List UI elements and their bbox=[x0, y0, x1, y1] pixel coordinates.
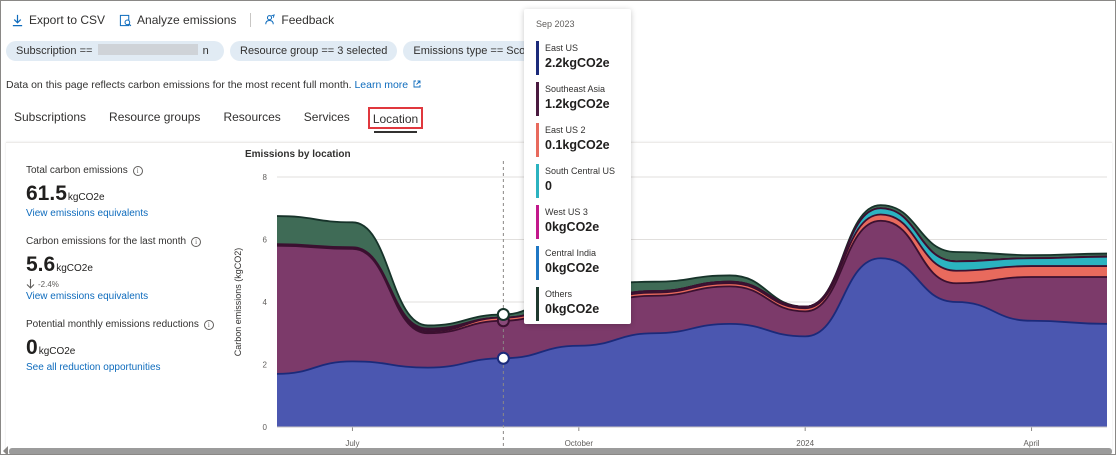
toolbar-divider bbox=[250, 13, 252, 27]
tooltip-item: Southeast Asia 1.2kgCO2e bbox=[536, 82, 628, 116]
tab-services[interactable]: Services bbox=[304, 107, 350, 129]
tooltip-item: Central India 0kgCO2e bbox=[536, 246, 628, 280]
analyze-emissions-button[interactable]: Analyze emissions bbox=[119, 13, 236, 27]
export-csv-button[interactable]: Export to CSV bbox=[11, 13, 105, 27]
summary-stats: Total carbon emissions i 61.5kgCO2e View … bbox=[26, 165, 226, 373]
month-delta: -2.4% bbox=[26, 279, 226, 289]
tab-subscriptions[interactable]: Subscriptions bbox=[14, 107, 86, 129]
tooltip-date: Sep 2023 bbox=[536, 19, 575, 29]
export-csv-label: Export to CSV bbox=[29, 13, 106, 27]
tooltip-item: Others 0kgCO2e bbox=[536, 287, 628, 321]
hover-point bbox=[496, 308, 510, 321]
redacted-subscription bbox=[97, 44, 198, 55]
feedback-label: Feedback bbox=[281, 13, 335, 27]
view-tabs: Subscriptions Resource groups Resources … bbox=[14, 107, 446, 133]
y-tick-label: 0 bbox=[263, 423, 268, 432]
external-link-icon bbox=[413, 80, 421, 88]
horizontal-scrollbar[interactable] bbox=[9, 448, 1112, 454]
tooltip-series-value: 0kgCO2e bbox=[545, 220, 600, 234]
tooltip-series-name: South Central US bbox=[545, 166, 616, 176]
reductions-label: Potential monthly emissions reductions i bbox=[26, 319, 226, 330]
tab-resources[interactable]: Resources bbox=[223, 107, 280, 129]
tooltip-series-value: 2.2kgCO2e bbox=[545, 56, 610, 70]
info-icon[interactable]: i bbox=[191, 236, 202, 247]
scroll-left-arrow[interactable] bbox=[3, 446, 8, 454]
download-icon bbox=[12, 14, 23, 26]
tooltip-item: East US 2 0.1kgCO2e bbox=[536, 123, 628, 157]
tooltip-series-name: West US 3 bbox=[545, 207, 588, 217]
tooltip-series-value: 1.2kgCO2e bbox=[545, 97, 610, 111]
tooltip-series-name: East US bbox=[545, 43, 579, 53]
last-month-label: Carbon emissions for the last month i bbox=[26, 236, 226, 247]
arrow-down-icon bbox=[26, 279, 35, 289]
resource-group-filter-pill[interactable]: Resource group == 3 selected bbox=[230, 41, 398, 61]
view-equivalents-link-2[interactable]: View emissions equivalents bbox=[26, 291, 226, 302]
y-tick-label: 4 bbox=[263, 298, 268, 307]
tooltip-series-value: 0kgCO2e bbox=[545, 302, 600, 316]
learn-more-link[interactable]: Learn more bbox=[354, 79, 421, 91]
feedback-button[interactable]: Feedback bbox=[263, 13, 334, 27]
y-tick-label: 2 bbox=[263, 361, 268, 370]
feedback-icon bbox=[265, 13, 276, 24]
info-icon[interactable]: i bbox=[203, 319, 214, 330]
analyze-icon bbox=[119, 14, 132, 26]
chart-tooltip: Sep 2023 East US 2.2kgCO2e Southeast Asia 1… bbox=[524, 9, 631, 324]
analyze-emissions-label: Analyze emissions bbox=[137, 13, 237, 27]
y-axis-label: Carbon emissions (kgCO2) bbox=[233, 248, 243, 357]
x-tick-label: July bbox=[345, 439, 359, 448]
y-tick-label: 8 bbox=[263, 173, 268, 182]
tooltip-series-value: 0kgCO2e bbox=[545, 261, 600, 275]
reduction-opportunities-link[interactable]: See all reduction opportunities bbox=[26, 362, 226, 373]
carbon-emissions-page: Export to CSV Analyze emissions Feedback… bbox=[0, 0, 1116, 455]
tooltip-item: South Central US 0 bbox=[536, 164, 628, 198]
reductions-value: 0kgCO2e bbox=[26, 336, 76, 359]
tooltip-series-name: Central India bbox=[545, 248, 597, 258]
x-tick-label: 2024 bbox=[796, 439, 814, 448]
tooltip-item: West US 3 0kgCO2e bbox=[536, 205, 628, 239]
x-tick-label: April bbox=[1024, 439, 1040, 448]
last-month-value: 5.6kgCO2e bbox=[26, 253, 93, 276]
emissions-area-chart[interactable]: 0 2 4 6 8 Carbon emissions (kgCO2) July October… bbox=[231, 161, 1111, 451]
subscription-filter-label: Subscription == bbox=[16, 45, 93, 57]
info-icon[interactable]: i bbox=[132, 165, 143, 176]
x-tick-label: October bbox=[565, 439, 594, 448]
chart-title: Emissions by location bbox=[245, 149, 351, 160]
data-info-text: Data on this page reflects carbon emissi… bbox=[6, 79, 421, 91]
command-bar: Export to CSV Analyze emissions Feedback bbox=[11, 11, 348, 29]
hover-point bbox=[496, 351, 510, 365]
y-tick-label: 6 bbox=[263, 236, 268, 245]
filter-bar: Subscription == n Resource group == 3 se… bbox=[6, 41, 534, 61]
tooltip-series-name: East US 2 bbox=[545, 125, 586, 135]
tooltip-series-name: Others bbox=[545, 289, 573, 299]
tooltip-series-value: 0.1kgCO2e bbox=[545, 138, 610, 152]
subscription-filter-pill[interactable]: Subscription == n bbox=[6, 41, 224, 61]
tooltip-series-name: Southeast Asia bbox=[545, 84, 606, 94]
emissions-type-filter-pill[interactable]: Emissions type == Scope bbox=[403, 41, 534, 61]
view-equivalents-link[interactable]: View emissions equivalents bbox=[26, 208, 226, 219]
tooltip-series-value: 0 bbox=[545, 179, 552, 193]
subscription-filter-tail: n bbox=[202, 45, 209, 57]
total-emissions-label: Total carbon emissions i bbox=[26, 165, 226, 176]
tooltip-item: East US 2.2kgCO2e bbox=[536, 41, 628, 75]
tab-location[interactable]: Location bbox=[367, 107, 424, 133]
info-message: Data on this page reflects carbon emissi… bbox=[6, 79, 352, 91]
tab-resource-groups[interactable]: Resource groups bbox=[109, 107, 200, 129]
total-emissions-value: 61.5kgCO2e bbox=[26, 182, 105, 205]
